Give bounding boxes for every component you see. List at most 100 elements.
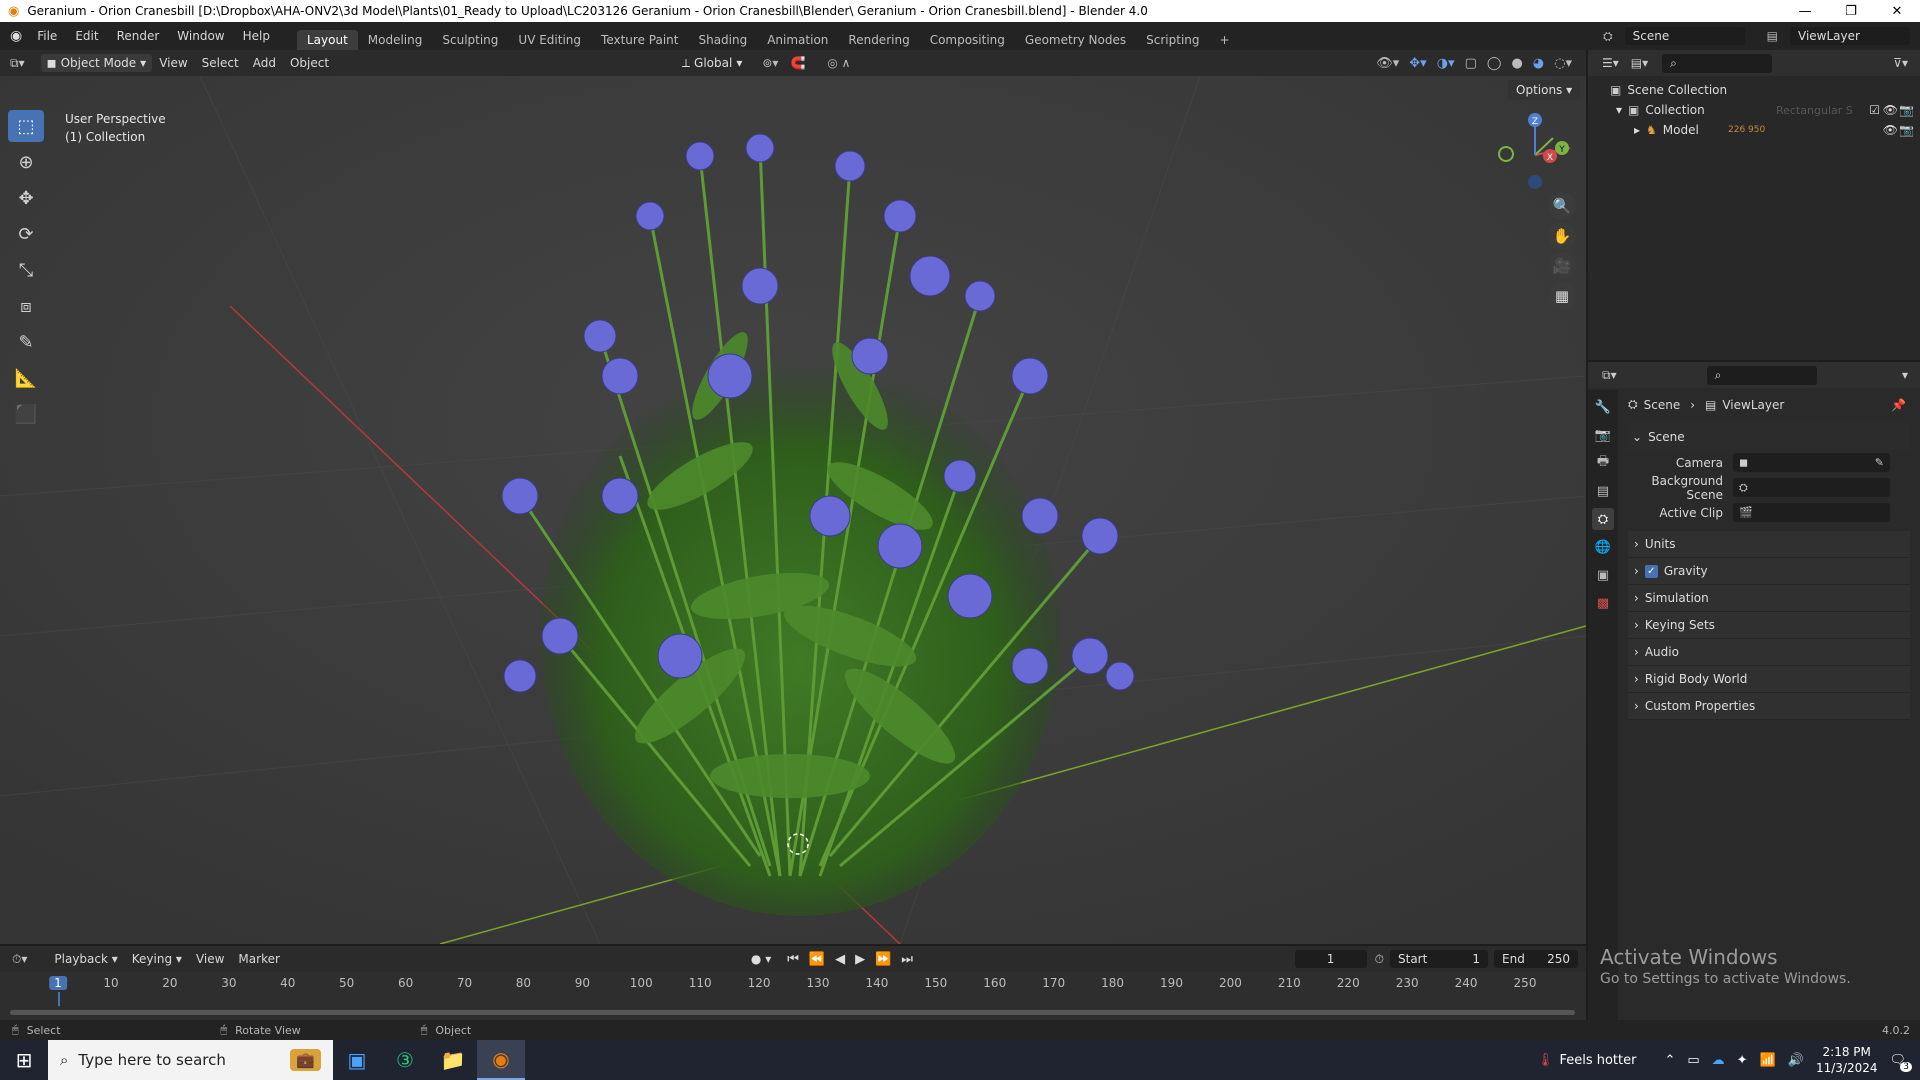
viewport-menu-add[interactable]: Add (246, 54, 283, 72)
menu-help[interactable]: Help (234, 29, 279, 43)
3d-viewport[interactable] (0, 76, 1586, 944)
timeline-editor-icon[interactable]: ⏱▾ (12, 952, 27, 967)
menu-render[interactable]: Render (108, 29, 169, 43)
tool-tab[interactable]: 🔧 (1592, 396, 1614, 418)
pan-button[interactable]: ✋ (1548, 222, 1576, 250)
timeline-menu-view[interactable]: View (189, 950, 231, 968)
tab-rendering[interactable]: Rendering (838, 30, 919, 50)
overlay-icon[interactable]: ◑▾ (1437, 56, 1455, 71)
eye-icon[interactable]: 👁 (1883, 103, 1898, 117)
taskbar-file-explorer[interactable]: 📁 (429, 1040, 477, 1080)
rotate-tool[interactable]: ⟳ (8, 218, 44, 250)
navigation-gizmo[interactable]: X Y Z (1490, 110, 1580, 200)
volume-icon[interactable]: 🔊 (1788, 1053, 1804, 1068)
tab-animation[interactable]: Animation (757, 30, 838, 50)
properties-editor-icon[interactable]: ⧉▾ (1602, 368, 1617, 383)
blender-menu-icon[interactable]: ◉ (10, 28, 22, 44)
panel-simulation[interactable]: › Simulation (1628, 585, 1910, 612)
tab-texture-paint[interactable]: Texture Paint (591, 30, 688, 50)
camera-field[interactable]: ◼ ✎ (1733, 453, 1890, 472)
tray-expand-icon[interactable]: ⌃ (1664, 1053, 1675, 1068)
camera-render-icon[interactable]: 📷 (1899, 123, 1914, 137)
jump-keyframe-forward-icon[interactable]: ⏩ (875, 952, 891, 967)
viewport-menu-view[interactable]: View (152, 54, 194, 72)
tab-scripting[interactable]: Scripting (1136, 30, 1209, 50)
solid-shading-icon[interactable]: ● (1511, 56, 1522, 71)
end-frame-field[interactable]: End 250 (1494, 950, 1578, 968)
panel-audio[interactable]: › Audio (1628, 639, 1910, 666)
panel-custom-properties[interactable]: › Custom Properties (1628, 693, 1910, 720)
playhead-line[interactable] (58, 992, 60, 1006)
gravity-checkbox[interactable]: ✓ (1644, 564, 1658, 578)
camera-view-button[interactable]: 🎥 (1548, 252, 1576, 280)
background-scene-field[interactable]: ⛭ (1733, 478, 1890, 497)
expand-arrow-icon[interactable]: ▾ (1616, 103, 1622, 117)
menu-file[interactable]: File (28, 29, 66, 43)
wifi-icon[interactable]: 📶 (1760, 1053, 1776, 1068)
play-icon[interactable]: ▶ (855, 952, 865, 967)
expand-arrow-icon[interactable]: ▸ (1634, 123, 1640, 137)
current-frame-field[interactable]: 1 (1294, 950, 1367, 968)
snap-icon[interactable]: 🧲 (790, 56, 805, 70)
record-button[interactable]: ● ▾ (751, 952, 771, 966)
eye-icon[interactable]: 👁 (1883, 123, 1898, 137)
menu-edit[interactable]: Edit (66, 29, 107, 43)
proportional-edit-icon[interactable]: ◎ ∧ (827, 56, 850, 70)
notifications-button[interactable]: 🗨 3 (1889, 1053, 1912, 1072)
pin-icon[interactable]: 📌 (1891, 398, 1906, 412)
panel-gravity[interactable]: › ✓ Gravity (1628, 558, 1910, 585)
play-reverse-icon[interactable]: ◀ (835, 952, 845, 967)
timeline-scrollbar[interactable] (10, 1010, 1575, 1015)
view-layer-tab[interactable]: ▤ (1592, 480, 1614, 502)
material-shading-icon[interactable]: ◕ (1533, 56, 1544, 71)
xray-icon[interactable]: ▢ (1465, 56, 1477, 71)
outliner-editor-icon[interactable]: ☰▾ (1602, 56, 1619, 70)
transform-orientation-dropdown[interactable]: ⟂ Global ▾ (676, 54, 748, 73)
eyedropper-icon[interactable]: ✎ (1875, 456, 1884, 469)
add-workspace-button[interactable]: + (1210, 30, 1240, 50)
start-button[interactable]: ⊞ (0, 1040, 48, 1080)
maximize-button[interactable]: ❐ (1828, 4, 1874, 19)
tree-model[interactable]: ▸ ♞ Model 226 950 👁 📷 (1588, 120, 1920, 140)
stopwatch-icon[interactable]: ⏱ (1375, 952, 1384, 967)
taskbar-search[interactable]: ⌕ Type here to search 💼 (48, 1040, 333, 1080)
options-dropdown[interactable]: Options ▾ (1508, 80, 1581, 100)
tree-scene-collection[interactable]: ▣ Scene Collection (1588, 80, 1920, 100)
minimize-button[interactable]: — (1782, 4, 1828, 19)
tab-sculpting[interactable]: Sculpting (432, 30, 508, 50)
close-button[interactable]: ✕ (1874, 4, 1920, 19)
tab-modeling[interactable]: Modeling (358, 30, 433, 50)
editor-type-icon[interactable]: ⧉▾ (10, 56, 25, 71)
display-mode-icon[interactable]: ▤▾ (1631, 56, 1648, 70)
view-layer-selector[interactable]: ViewLayer (1790, 27, 1910, 45)
properties-search[interactable]: ⌕ (1706, 365, 1817, 385)
select-box-tool[interactable]: ⬚ (8, 110, 44, 142)
collection-checkbox[interactable]: ☑ (1869, 103, 1880, 117)
jump-keyframe-back-icon[interactable]: ⏪ (809, 952, 825, 967)
scale-tool[interactable]: ⤡ (8, 254, 44, 286)
annotate-tool[interactable]: ✎ (8, 326, 44, 358)
world-tab[interactable]: 🌐 (1592, 536, 1614, 558)
timeline-menu-marker[interactable]: Marker (231, 950, 286, 968)
viewport-menu-object[interactable]: Object (283, 54, 336, 72)
chevron-down-icon[interactable]: ▾ (1902, 368, 1908, 382)
active-clip-field[interactable]: 🎬 (1733, 503, 1890, 522)
panel-rigid-body-world[interactable]: › Rigid Body World (1628, 666, 1910, 693)
tray-device-icon[interactable]: ▭ (1687, 1053, 1699, 1068)
taskbar-blender[interactable]: ◉ (477, 1040, 525, 1080)
ortho-toggle-button[interactable]: ▦ (1548, 282, 1576, 310)
scene-tab[interactable]: ⛭ (1592, 508, 1614, 530)
cursor-tool[interactable]: ⊕ (8, 146, 44, 178)
outliner-search[interactable]: ⌕ (1662, 53, 1773, 73)
tab-uv-editing[interactable]: UV Editing (508, 30, 591, 50)
timeline[interactable]: 1 10 20 30 40 50 60 70 80 90 100 110 120 130 140 150 160… (0, 972, 1586, 1020)
pivot-icon[interactable]: ⊚▾ (762, 56, 778, 70)
gizmo-icon[interactable]: ✥▾ (1409, 56, 1426, 71)
wireframe-shading-icon[interactable]: ◯ (1487, 56, 1502, 71)
visibility-icon[interactable]: 👁▾ (1376, 56, 1399, 71)
taskbar-app-sketchup[interactable]: ▣ (333, 1040, 381, 1080)
texture-tab[interactable]: ▩ (1592, 592, 1614, 614)
tab-compositing[interactable]: Compositing (920, 30, 1015, 50)
timeline-menu-playback[interactable]: Playback ▾ (47, 950, 124, 968)
onedrive-icon[interactable]: ☁ (1712, 1053, 1725, 1068)
